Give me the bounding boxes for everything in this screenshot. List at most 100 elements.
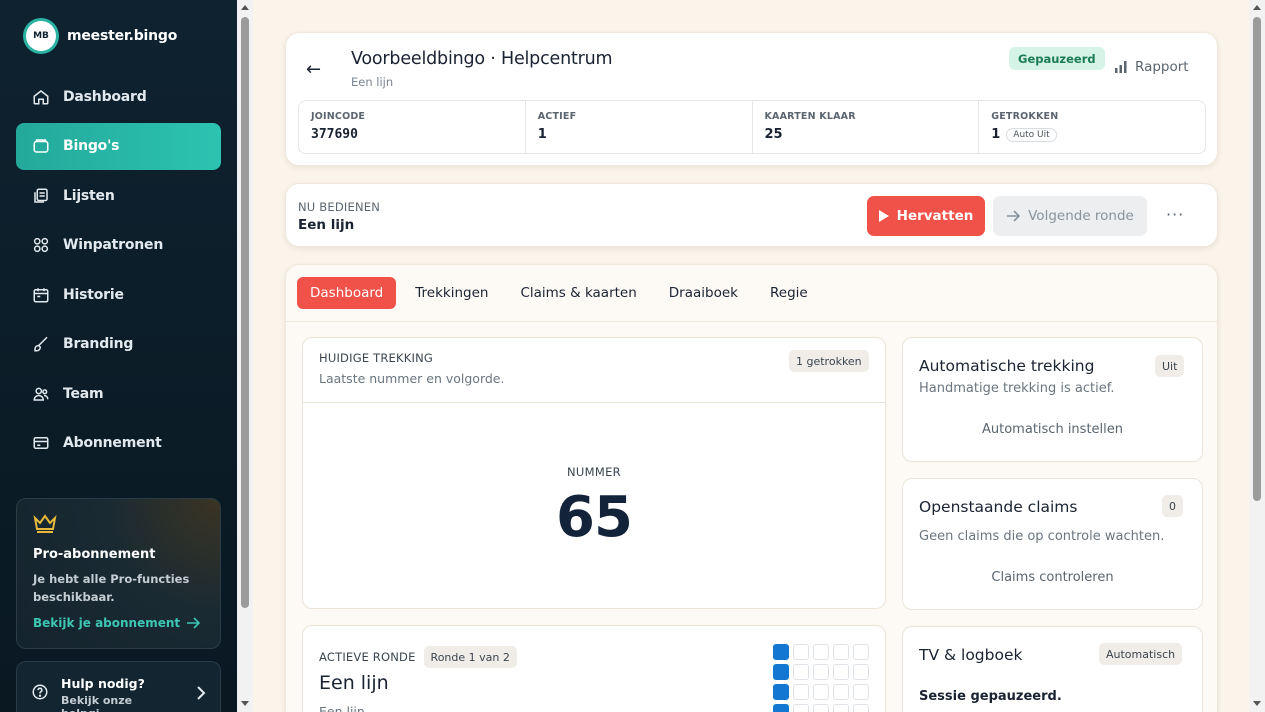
resume-button[interactable]: Hervatten (867, 196, 985, 236)
pattern-cell (853, 684, 869, 700)
auto-draw-title: Automatische trekking (919, 357, 1095, 375)
report-button[interactable]: Rapport (1115, 59, 1189, 75)
users-icon (33, 387, 49, 401)
crown-icon (33, 514, 57, 533)
sidebar-item-label: Branding (63, 336, 134, 352)
scroll-down-arrow[interactable] (241, 701, 249, 706)
scrollbar-thumb[interactable] (241, 17, 249, 608)
copy-list-icon (34, 188, 48, 203)
next-round-label: Volgende ronde (1028, 208, 1134, 224)
tv-log-title: TV & logboek (919, 646, 1023, 664)
scroll-up-arrow[interactable] (1253, 5, 1261, 10)
kaarten-klaar-value: 25 (764, 127, 783, 142)
stat-joincode: JOINCODE 377690 (299, 101, 526, 153)
sidebar-item-label: Bingo's (63, 138, 120, 154)
pro-description: Je hebt alle Pro-functies beschikbaar. (33, 572, 190, 604)
pro-title: Pro-abonnement (33, 547, 156, 562)
game-header-card: ← Voorbeeldbingo · Helpcentrum Een lijn … (285, 32, 1218, 166)
active-round-label: ACTIEVE RONDE (319, 650, 416, 664)
arrow-right-icon (1007, 210, 1021, 222)
sidebar-item-bingos[interactable]: Bingo's (16, 122, 221, 170)
page-title: Voorbeeldbingo · Helpcentrum (351, 49, 613, 69)
main-scrollbar[interactable] (1249, 0, 1265, 712)
sidebar-item-abonnement[interactable]: Abonnement (16, 420, 221, 467)
pattern-cell (813, 684, 829, 700)
auto-draw-status-chip: Uit (1155, 355, 1185, 377)
tab-draaiboek[interactable]: Draaiboek (656, 277, 751, 309)
sidebar-item-dashboard[interactable]: Dashboard (16, 73, 221, 120)
current-number: 65 (556, 485, 633, 550)
calendar-icon (33, 287, 49, 302)
chevron-right-icon (197, 686, 206, 700)
pattern-cell (813, 644, 829, 660)
credit-card-icon (33, 437, 49, 449)
pattern-cell (853, 664, 869, 680)
dashboard-panel: Dashboard Trekkingen Claims & kaarten Dr… (285, 264, 1218, 712)
report-label: Rapport (1135, 59, 1189, 75)
auto-off-badge: Auto Uit (1006, 127, 1057, 142)
pattern-cell (773, 664, 789, 680)
back-arrow-icon[interactable]: ← (306, 59, 321, 80)
next-round-button[interactable]: Volgende ronde (993, 196, 1147, 236)
current-draw-subtitle: Laatste nummer en volgorde. (319, 371, 505, 386)
joincode-value: 377690 (311, 127, 358, 142)
stat-actief: ACTIEF 1 (526, 101, 753, 153)
logo-badge-text: MB (33, 31, 49, 41)
arrow-right-icon (187, 617, 201, 629)
check-claims-button[interactable]: Claims controleren (903, 570, 1202, 585)
sidebar-item-lijsten[interactable]: Lijsten (16, 172, 221, 219)
sidebar-item-label: Dashboard (63, 88, 147, 105)
stat-label: KAARTEN KLAAR (764, 111, 856, 122)
actief-value: 1 (537, 127, 547, 142)
sidebar-nav: Dashboard Bingo's Lijsten Winpatronen Hi… (16, 73, 221, 469)
drawn-count-chip: 1 getrokken (789, 350, 869, 372)
stats-row: JOINCODE 377690 ACTIEF 1 KAARTEN KLAAR 2… (298, 100, 1206, 154)
number-label: NUMMER (567, 465, 621, 479)
scrollbar-thumb[interactable] (1253, 17, 1261, 501)
more-options-icon[interactable]: ··· (1166, 205, 1184, 224)
status-badge: Gepauzeerd (1009, 47, 1105, 70)
tab-claims-kaarten[interactable]: Claims & kaarten (507, 277, 649, 309)
tv-log-panel: TV & logboek Automatisch Sessie gepauzee… (902, 626, 1203, 712)
scroll-down-arrow[interactable] (1253, 701, 1261, 706)
pattern-cell (773, 684, 789, 700)
pattern-cell (793, 684, 809, 700)
sidebar-item-branding[interactable]: Branding (16, 321, 221, 368)
claims-count-chip: 0 (1162, 495, 1183, 517)
auto-draw-subtitle: Handmatige trekking is actief. (919, 381, 1115, 396)
claims-title: Openstaande claims (919, 498, 1078, 516)
serve-bar: NU BEDIENEN Een lijn Hervatten Volgende … (285, 183, 1218, 247)
tab-regie[interactable]: Regie (757, 277, 821, 309)
sidebar-item-label: Winpatronen (63, 237, 164, 253)
open-claims-panel: Openstaande claims Geen claims die op co… (902, 478, 1203, 610)
pattern-cell (813, 664, 829, 680)
auto-draw-panel: Automatische trekking Handmatige trekkin… (902, 337, 1203, 462)
stat-getrokken: GETROKKEN 1 Auto Uit (979, 101, 1205, 153)
sidebar-item-historie[interactable]: Historie (16, 271, 221, 318)
help-title: Hulp nodig? (61, 676, 145, 691)
tab-dashboard[interactable]: Dashboard (297, 277, 397, 309)
stat-label: ACTIEF (537, 111, 577, 122)
auto-setup-button[interactable]: Automatisch instellen (903, 422, 1202, 437)
pattern-cell (793, 644, 809, 660)
scroll-up-arrow[interactable] (241, 5, 249, 10)
sidebar-item-label: Lijsten (63, 187, 115, 204)
tab-trekkingen[interactable]: Trekkingen (402, 277, 501, 309)
sidebar-item-winpatronen[interactable]: Winpatronen (16, 222, 221, 269)
sidebar-item-team[interactable]: Team (16, 370, 221, 417)
active-round-panel: ACTIEVE RONDE Ronde 1 van 2 Een lijn Een… (302, 625, 886, 712)
brand-logo[interactable]: MB meester.bingo (26, 21, 177, 51)
help-subtitle: Bekijk onze helpgi... (61, 694, 133, 712)
pattern-cell (793, 664, 809, 680)
draw-divider (303, 402, 885, 403)
pattern-cell (833, 704, 849, 712)
claims-subtitle: Geen claims die op controle wachten. (919, 529, 1165, 544)
sidebar-scrollbar[interactable] (237, 0, 253, 712)
active-round-title: Een lijn (319, 672, 389, 694)
help-card[interactable]: Hulp nodig? Bekijk onze helpgi... (16, 661, 221, 712)
log-entry: Sessie gepauzeerd. (919, 689, 1062, 704)
view-subscription-link[interactable]: Bekijk je abonnement (33, 616, 204, 630)
pattern-cell (853, 644, 869, 660)
sidebar: MB meester.bingo Dashboard Bingo's Lijst… (0, 0, 237, 712)
current-draw-panel: HUIDIGE TREKKING Laatste nummer en volgo… (302, 337, 886, 609)
